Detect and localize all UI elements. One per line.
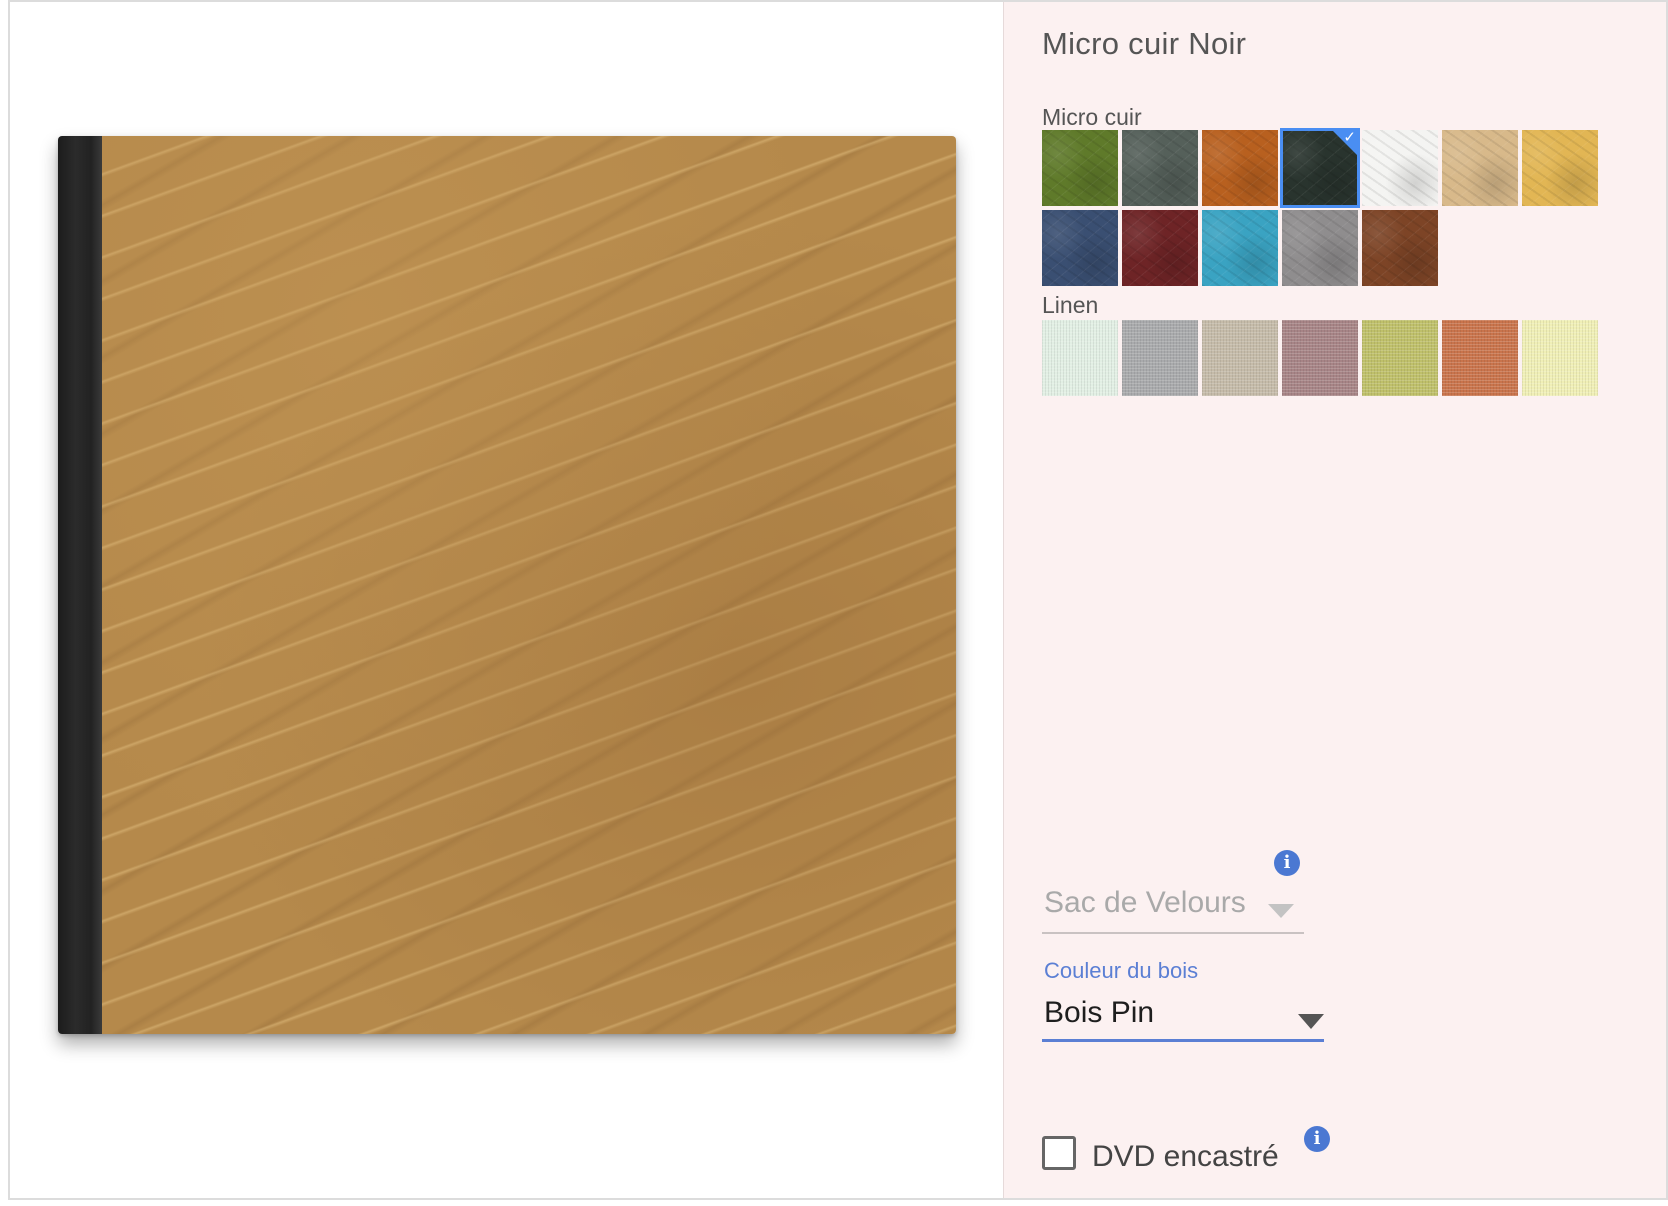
linen-swatch-sand[interactable] — [1202, 320, 1278, 396]
micro-cuir-swatch-yellow[interactable] — [1522, 130, 1598, 206]
options-sidebar: Micro cuir Noir Micro cuir ✓ Linen i Sac… — [1003, 2, 1666, 1198]
micro-cuir-swatch-burgundy[interactable] — [1122, 210, 1198, 286]
sac-de-velours-info-icon[interactable]: i — [1274, 850, 1300, 876]
dvd-encastre-checkbox[interactable] — [1042, 1136, 1076, 1170]
linen-swatch-terracotta[interactable] — [1442, 320, 1518, 396]
couleur-du-bois-label: Couleur du bois — [1044, 958, 1199, 983]
album-spine — [58, 136, 102, 1034]
chevron-down-icon — [1298, 1014, 1324, 1029]
micro-cuir-swatch-orange[interactable] — [1202, 130, 1278, 206]
dvd-info-icon[interactable]: i — [1304, 1126, 1330, 1152]
micro-cuir-label: Micro cuir — [1042, 104, 1142, 130]
sac-de-velours-select[interactable]: Sac de Velours — [1042, 886, 1304, 934]
app-frame: Micro cuir Noir Micro cuir ✓ Linen i Sac… — [8, 0, 1668, 1200]
micro-cuir-swatch-dark-grey[interactable] — [1122, 130, 1198, 206]
micro-cuir-swatch-white[interactable] — [1362, 130, 1438, 206]
micro-cuir-swatch-green[interactable] — [1042, 130, 1118, 206]
chevron-down-icon — [1268, 904, 1294, 918]
couleur-du-bois-value: Bois Pin — [1044, 996, 1155, 1029]
album-preview — [58, 136, 956, 1034]
micro-cuir-swatch-turquoise[interactable] — [1202, 210, 1278, 286]
linen-swatch-cream[interactable] — [1522, 320, 1598, 396]
sac-de-velours-value: Sac de Velours — [1044, 886, 1246, 919]
album-preview-area — [10, 2, 1012, 1198]
dvd-encastre-label[interactable]: DVD encastré — [1092, 1140, 1279, 1174]
micro-cuir-swatch-navy[interactable] — [1042, 210, 1118, 286]
linen-swatch-mauve[interactable] — [1282, 320, 1358, 396]
selected-material-title: Micro cuir Noir — [1042, 26, 1247, 61]
micro-cuir-swatch-beige[interactable] — [1442, 130, 1518, 206]
micro-cuir-swatch-brown[interactable] — [1362, 210, 1438, 286]
linen-swatch-grid — [1042, 320, 1598, 396]
linen-swatch-lime[interactable] — [1362, 320, 1438, 396]
couleur-du-bois-select[interactable]: Couleur du bois Bois Pin — [1042, 958, 1324, 1042]
micro-cuir-swatch-black[interactable]: ✓ — [1280, 128, 1360, 208]
micro-cuir-swatch-grey[interactable] — [1282, 210, 1358, 286]
album-cover-wood — [102, 136, 956, 1034]
linen-label: Linen — [1042, 292, 1099, 318]
linen-swatch-mint[interactable] — [1042, 320, 1118, 396]
linen-swatch-silver[interactable] — [1122, 320, 1198, 396]
micro-cuir-swatch-grid: ✓ — [1042, 128, 1598, 286]
check-icon: ✓ — [1343, 128, 1356, 146]
